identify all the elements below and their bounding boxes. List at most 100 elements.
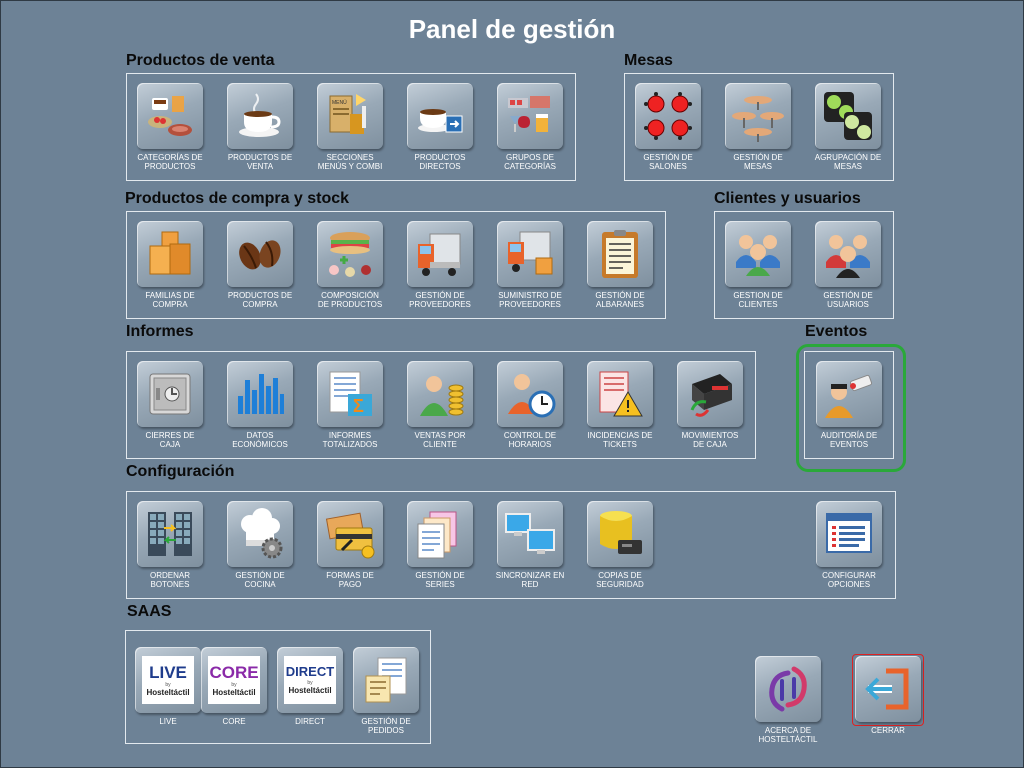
sandwich-icon	[329, 232, 371, 277]
supply-truck-icon	[508, 231, 553, 275]
gestion-usuarios-label: GESTIÓN DE USUARIOS	[823, 291, 873, 309]
section-saas: SAAS	[127, 603, 172, 620]
gestion-pedidos-label: GESTIÓN DE PEDIDOS	[361, 717, 411, 735]
section-informes: Informes	[126, 323, 194, 340]
cash-drawer-icon	[690, 374, 732, 417]
suministro-proveedores-label: SUMINISTRO DE PROVEEDORES	[498, 291, 562, 309]
drinks-group-icon	[508, 96, 550, 132]
ventas-cliente-button[interactable]	[407, 361, 473, 427]
exit-arrow-icon	[865, 668, 909, 710]
gestion-proveedores-label: GESTIÓN DE PROVEEDORES	[409, 291, 471, 309]
agrupacion-mesas-button[interactable]	[815, 83, 881, 149]
productos-directos-button[interactable]	[407, 83, 473, 149]
productos-venta-label: PRODUCTOS DE VENTA	[227, 153, 293, 171]
movimientos-caja-button[interactable]	[677, 361, 743, 427]
secciones-menus-button[interactable]: MENÚ	[317, 83, 383, 149]
sincronizar-red-button[interactable]	[497, 501, 563, 567]
gestion-usuarios-button[interactable]	[815, 221, 881, 287]
page-title: Panel de gestión	[408, 14, 616, 44]
gestion-clientes-button[interactable]	[725, 221, 791, 287]
live-button[interactable]: LIVE by Hosteltáctil	[135, 647, 201, 713]
acerca-hosteltactil-label: ACERCA DE HOSTELTÁCTIL	[758, 726, 818, 744]
payment-icon	[325, 512, 375, 559]
categorias-productos-label: CATEGORÍAS DE PRODUCTOS	[137, 153, 203, 171]
formas-pago-label: FORMAS DE PAGO	[326, 571, 374, 589]
menu-card-icon: MENÚ	[329, 94, 366, 134]
section-clientes-usuarios: Clientes y usuarios	[714, 190, 861, 207]
gestion-mesas-button[interactable]	[725, 83, 791, 149]
acerca-hosteltactil-button[interactable]	[755, 656, 821, 722]
clock-person-icon	[508, 374, 556, 418]
clipboard-icon	[602, 230, 638, 278]
incidencias-tickets-button[interactable]	[587, 361, 653, 427]
boxes-icon	[149, 231, 191, 275]
core-button[interactable]: CORE by Hosteltáctil	[201, 647, 267, 713]
cerrar-button[interactable]	[855, 656, 921, 722]
direct-product-icon	[418, 109, 463, 133]
camera-person-icon	[825, 374, 873, 418]
core-logo-brand: Hosteltáctil	[212, 688, 255, 697]
cerrar-label: CERRAR	[871, 726, 905, 735]
movimientos-caja-label: MOVIMIENTOS DE CAJA	[681, 431, 739, 449]
formas-pago-button[interactable]	[317, 501, 383, 567]
familias-compra-button[interactable]	[137, 221, 203, 287]
grupos-categorias-button[interactable]	[497, 83, 563, 149]
gestion-cocina-button[interactable]	[227, 501, 293, 567]
ordenar-botones-button[interactable]	[137, 501, 203, 567]
gestion-series-button[interactable]	[407, 501, 473, 567]
svg-text:MENÚ: MENÚ	[332, 99, 347, 106]
live-logo-word: LIVE	[149, 663, 187, 682]
gestion-salones-button[interactable]	[635, 83, 701, 149]
composicion-productos-button[interactable]	[317, 221, 383, 287]
section-configuracion: Configuración	[126, 463, 235, 480]
direct-logo-word: DIRECT	[286, 664, 334, 679]
cierres-caja-button[interactable]	[137, 361, 203, 427]
productos-compra-button[interactable]	[227, 221, 293, 287]
section-eventos: Eventos	[805, 323, 868, 340]
ticket-warning-icon	[599, 371, 643, 417]
productos-directos-label: PRODUCTOS DIRECTOS	[414, 153, 466, 171]
clients-icon	[736, 235, 780, 276]
users-icon	[826, 235, 870, 278]
categorias-productos-button[interactable]	[137, 83, 203, 149]
orders-tickets-icon	[365, 657, 407, 703]
safe-icon	[149, 373, 191, 415]
copias-seguridad-button[interactable]	[587, 501, 653, 567]
productos-venta-button[interactable]	[227, 83, 293, 149]
gestion-albaranes-button[interactable]	[587, 221, 653, 287]
cierres-caja-label: CIERRES DE CAJA	[145, 431, 195, 449]
configurar-opciones-label: CONFIGURAR OPCIONES	[822, 571, 876, 589]
grouped-tables-icon	[824, 92, 872, 140]
control-horarios-button[interactable]	[497, 361, 563, 427]
familias-compra-label: FAMILIAS DE COMPRA	[145, 291, 195, 309]
configurar-opciones-button[interactable]	[816, 501, 882, 567]
secciones-menus-label: SECCIONES MENÚS Y COMBI	[317, 153, 383, 171]
gestion-pedidos-button[interactable]	[353, 647, 419, 713]
client-sales-icon	[420, 376, 464, 416]
core-logo-icon: CORE by Hosteltáctil	[208, 656, 260, 704]
options-window-icon	[826, 513, 872, 553]
coffee-beans-icon	[239, 240, 281, 270]
auditoria-eventos-button[interactable]	[816, 361, 882, 427]
salon-tables-icon	[644, 92, 692, 140]
coffee-cup-icon	[239, 93, 281, 137]
sincronizar-red-label: SINCRONIZAR EN RED	[495, 571, 565, 589]
datos-economicos-button[interactable]	[227, 361, 293, 427]
network-monitors-icon	[505, 513, 555, 554]
gestion-proveedores-button[interactable]	[407, 221, 473, 287]
suministro-proveedores-button[interactable]	[497, 221, 563, 287]
direct-button[interactable]: DIRECT by Hosteltáctil	[277, 647, 343, 713]
hosteltactil-logo-icon	[769, 666, 807, 712]
gestion-clientes-label: GESTION DE CLIENTES	[733, 291, 783, 309]
direct-logo-icon: DIRECT by Hosteltáctil	[284, 656, 336, 704]
agrupacion-mesas-label: AGRUPACIÓN DE MESAS	[814, 153, 882, 171]
informes-totalizados-button[interactable]: Σ	[317, 361, 383, 427]
table-icon	[732, 96, 784, 142]
gestion-series-label: GESTIÓN DE SERIES	[415, 571, 465, 589]
informes-totalizados-label: INFORMES TOTALIZADOS	[322, 431, 378, 449]
svg-text:Σ: Σ	[353, 396, 364, 416]
chef-hat-icon	[241, 508, 283, 559]
auditoria-eventos-label: AUDITORÍA DE EVENTOS	[820, 431, 878, 449]
database-backup-icon	[600, 511, 642, 554]
live-logo-icon: LIVE by Hosteltáctil	[142, 656, 194, 704]
